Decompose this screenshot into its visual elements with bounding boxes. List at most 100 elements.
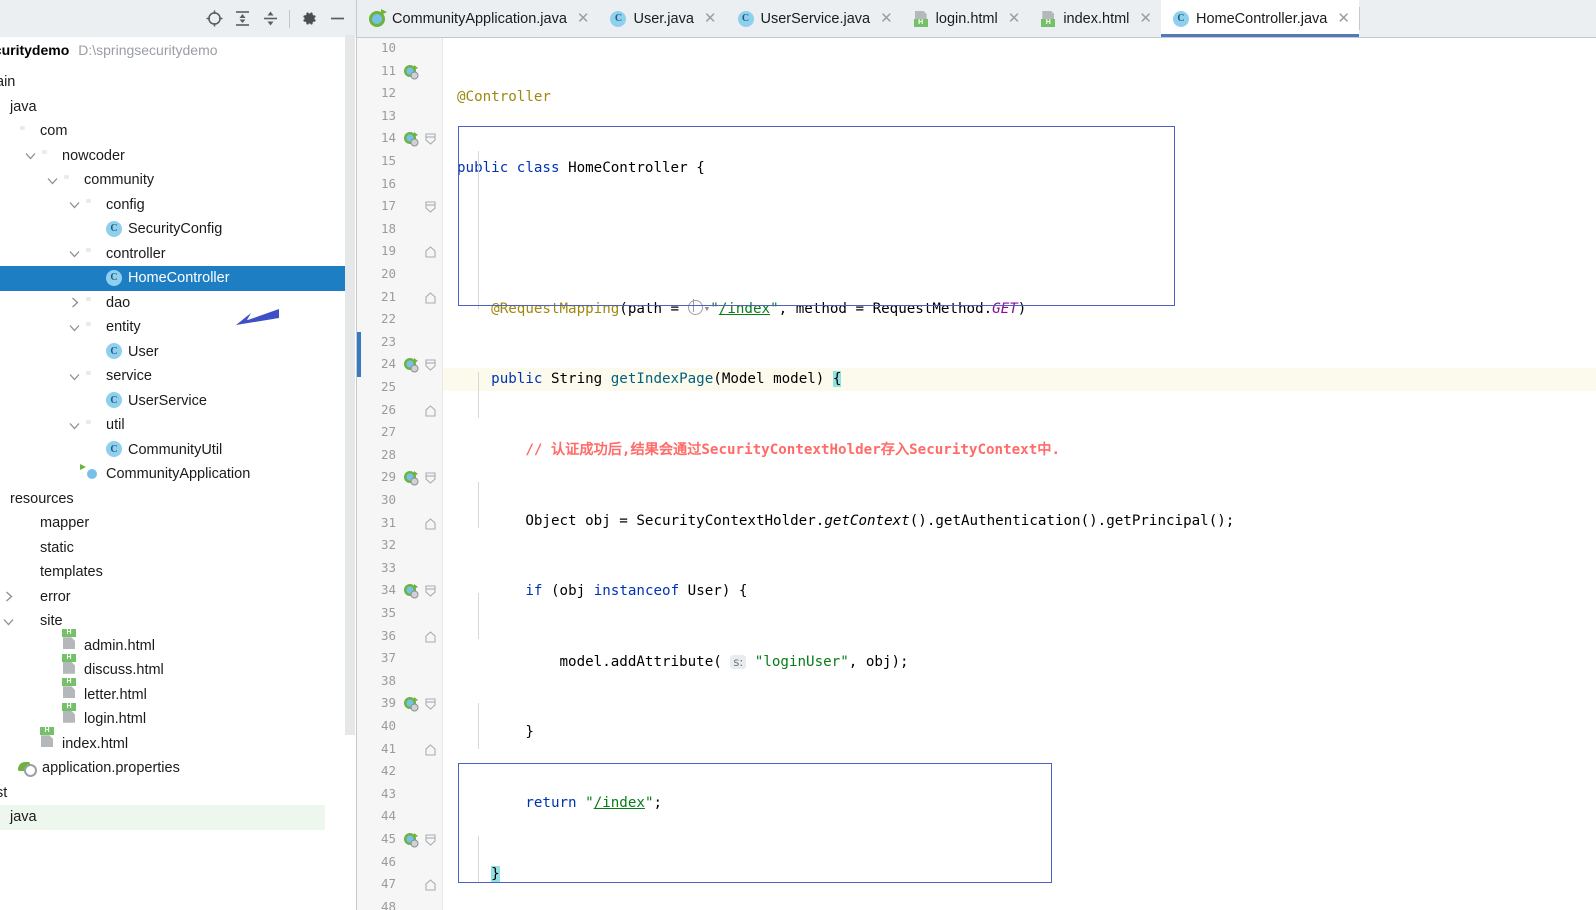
fold-open-icon[interactable] [425,359,436,372]
gutter-line-23[interactable]: 23 [357,332,443,355]
gutter-line-13[interactable]: 13 [357,106,443,129]
run-gutter-icon[interactable] [403,470,419,486]
close-icon[interactable]: ✕ [880,11,893,26]
close-icon[interactable]: ✕ [704,11,717,26]
gutter-line-21[interactable]: 21 [357,287,443,310]
gutter-line-12[interactable]: 12 [357,83,443,106]
gutter-line-38[interactable]: 38 [357,671,443,694]
tree-item-java[interactable]: java [0,95,345,120]
tree-item-communityapplication[interactable]: CommunityApplication [0,462,345,487]
tree-item-controller[interactable]: controller [0,242,345,267]
gutter-line-19[interactable]: 19 [357,241,443,264]
gutter-line-48[interactable]: 48 [357,897,443,910]
tree-item-resources[interactable]: resources [0,487,345,512]
expand-all-icon[interactable] [228,5,256,33]
gutter-line-46[interactable]: 46 [357,852,443,875]
fold-open-icon[interactable] [425,585,436,598]
chevron-down-icon[interactable] [68,247,81,260]
editor-tab-login-html[interactable]: Hlogin.html ✕ [902,0,1030,37]
gutter-line-16[interactable]: 16 [357,174,443,197]
tree-item-userservice[interactable]: C UserService [0,389,345,414]
project-tree[interactable]: ain java com nowcoder community config C Securi… [0,70,345,910]
fold-open-icon[interactable] [425,472,436,485]
tree-item-discuss-html[interactable]: Hdiscuss.html [0,653,345,683]
tree-item-securityconfig[interactable]: C SecurityConfig [0,217,345,242]
gutter-line-36[interactable]: 36 [357,626,443,649]
tree-item-service[interactable]: service [0,364,345,389]
tree-item-admin-html[interactable]: Hadmin.html [0,629,345,659]
gutter-line-40[interactable]: 40 [357,716,443,739]
gutter-line-30[interactable]: 30 [357,490,443,513]
gutter-line-29[interactable]: 29 [357,467,443,490]
editor-tab-homecontroller-java[interactable]: C HomeController.java ✕ [1160,0,1359,37]
tree-item-letter-html[interactable]: Hletter.html [0,678,345,708]
collapse-all-icon[interactable] [256,5,284,33]
scrollbar-thumb[interactable] [346,35,354,735]
gutter-line-22[interactable]: 22 [357,309,443,332]
gutter-line-45[interactable]: 45 [357,829,443,852]
editor-gutter[interactable]: 10 11 12 13 14 15 16 17 18 19 20 21 22 23 24 25 26 27 28 29… [357,38,443,910]
gutter-line-41[interactable]: 41 [357,739,443,762]
fold-close-icon[interactable] [425,630,436,643]
tree-item-templates[interactable]: templates [0,560,345,585]
run-gutter-icon[interactable] [403,131,419,147]
run-gutter-icon[interactable] [403,64,419,80]
tree-item-util[interactable]: util [0,413,345,438]
minimize-icon[interactable] [323,5,351,33]
fold-open-icon[interactable] [425,834,436,846]
chevron-down-icon[interactable] [68,321,81,334]
fold-close-icon[interactable] [425,879,436,891]
gutter-line-37[interactable]: 37 [357,648,443,671]
gutter-line-35[interactable]: 35 [357,603,443,626]
editor-tab-user-java[interactable]: C User.java ✕ [598,0,725,37]
vcs-change-marker[interactable] [357,331,361,377]
tree-item-st[interactable]: st [0,781,345,806]
gutter-line-44[interactable]: 44 [357,806,443,829]
gutter-line-15[interactable]: 15 [357,151,443,174]
chevron-down-icon[interactable] [46,174,59,187]
tree-item-static[interactable]: static [0,536,345,561]
gutter-line-17[interactable]: 17 [357,196,443,219]
chevron-down-icon[interactable] [68,198,81,211]
gutter-line-11[interactable]: 11 [357,61,443,84]
gear-icon[interactable] [295,5,323,33]
tree-item-ain[interactable]: ain [0,70,345,95]
gutter-line-25[interactable]: 25 [357,377,443,400]
chevron-down-icon[interactable] [68,419,81,432]
close-icon[interactable]: ✕ [1008,11,1021,26]
close-icon[interactable]: ✕ [1139,11,1152,26]
tree-item-com[interactable]: com [0,119,345,144]
gutter-line-27[interactable]: 27 [357,422,443,445]
tree-item-communityutil[interactable]: C CommunityUtil [0,438,345,463]
gutter-line-18[interactable]: 18 [357,219,443,242]
gutter-line-32[interactable]: 32 [357,535,443,558]
gutter-line-33[interactable]: 33 [357,558,443,581]
fold-close-icon[interactable] [425,743,436,756]
tree-item-index-html[interactable]: Hindex.html [0,727,345,757]
chevron-down-icon[interactable] [2,615,15,628]
gutter-line-31[interactable]: 31 [357,513,443,536]
run-gutter-icon[interactable] [403,583,419,599]
project-tree-scrollbar[interactable] [345,35,355,735]
fold-open-icon[interactable] [425,201,436,213]
fold-close-icon[interactable] [425,517,436,530]
chevron-right-icon[interactable] [68,296,81,309]
tree-item-entity[interactable]: entity [0,315,345,340]
gutter-line-24[interactable]: 24 [357,354,443,377]
gutter-line-39[interactable]: 39 [357,693,443,716]
fold-close-icon[interactable] [425,291,436,304]
editor-tab-communityapplication-java[interactable]: CommunityApplication.java ✕ [357,0,598,37]
close-icon[interactable]: ✕ [577,11,590,26]
gutter-line-14[interactable]: 14 [357,128,443,151]
gutter-line-43[interactable]: 43 [357,784,443,807]
chevron-down-icon[interactable] [24,149,37,162]
editor-tab-index-html[interactable]: Hindex.html ✕ [1029,0,1161,37]
run-gutter-icon[interactable] [403,832,419,848]
gutter-line-34[interactable]: 34 [357,580,443,603]
editor-tabbar[interactable]: CommunityApplication.java ✕ C User.java ✕ C Us… [357,0,1596,38]
editor-tab-userservice-java[interactable]: C UserService.java ✕ [726,0,902,37]
tree-item-application-properties[interactable]: application.properties [0,756,345,781]
gutter-line-42[interactable]: 42 [357,761,443,784]
gutter-line-28[interactable]: 28 [357,445,443,468]
run-gutter-icon[interactable] [403,357,419,373]
